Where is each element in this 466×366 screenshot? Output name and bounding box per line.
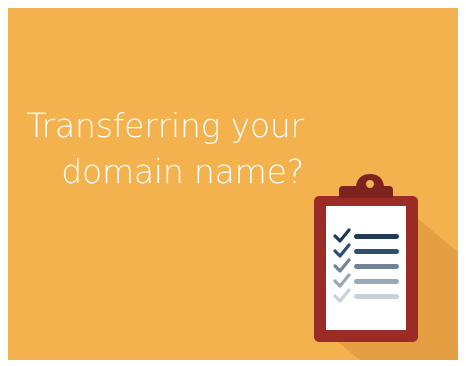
headline: Transferring your domain name? <box>8 103 305 195</box>
checklist-line <box>354 294 399 299</box>
promo-banner: Transferring your domain name? <box>8 8 458 360</box>
checklist-line <box>354 264 399 269</box>
checklist-line <box>354 234 399 239</box>
clipboard-checklist-icon <box>314 174 418 342</box>
headline-line-1: Transferring your <box>26 106 305 145</box>
checklist-line <box>354 249 399 254</box>
clip-hole <box>366 180 374 188</box>
checklist-line <box>354 279 399 284</box>
headline-line-2: domain name? <box>61 152 304 191</box>
